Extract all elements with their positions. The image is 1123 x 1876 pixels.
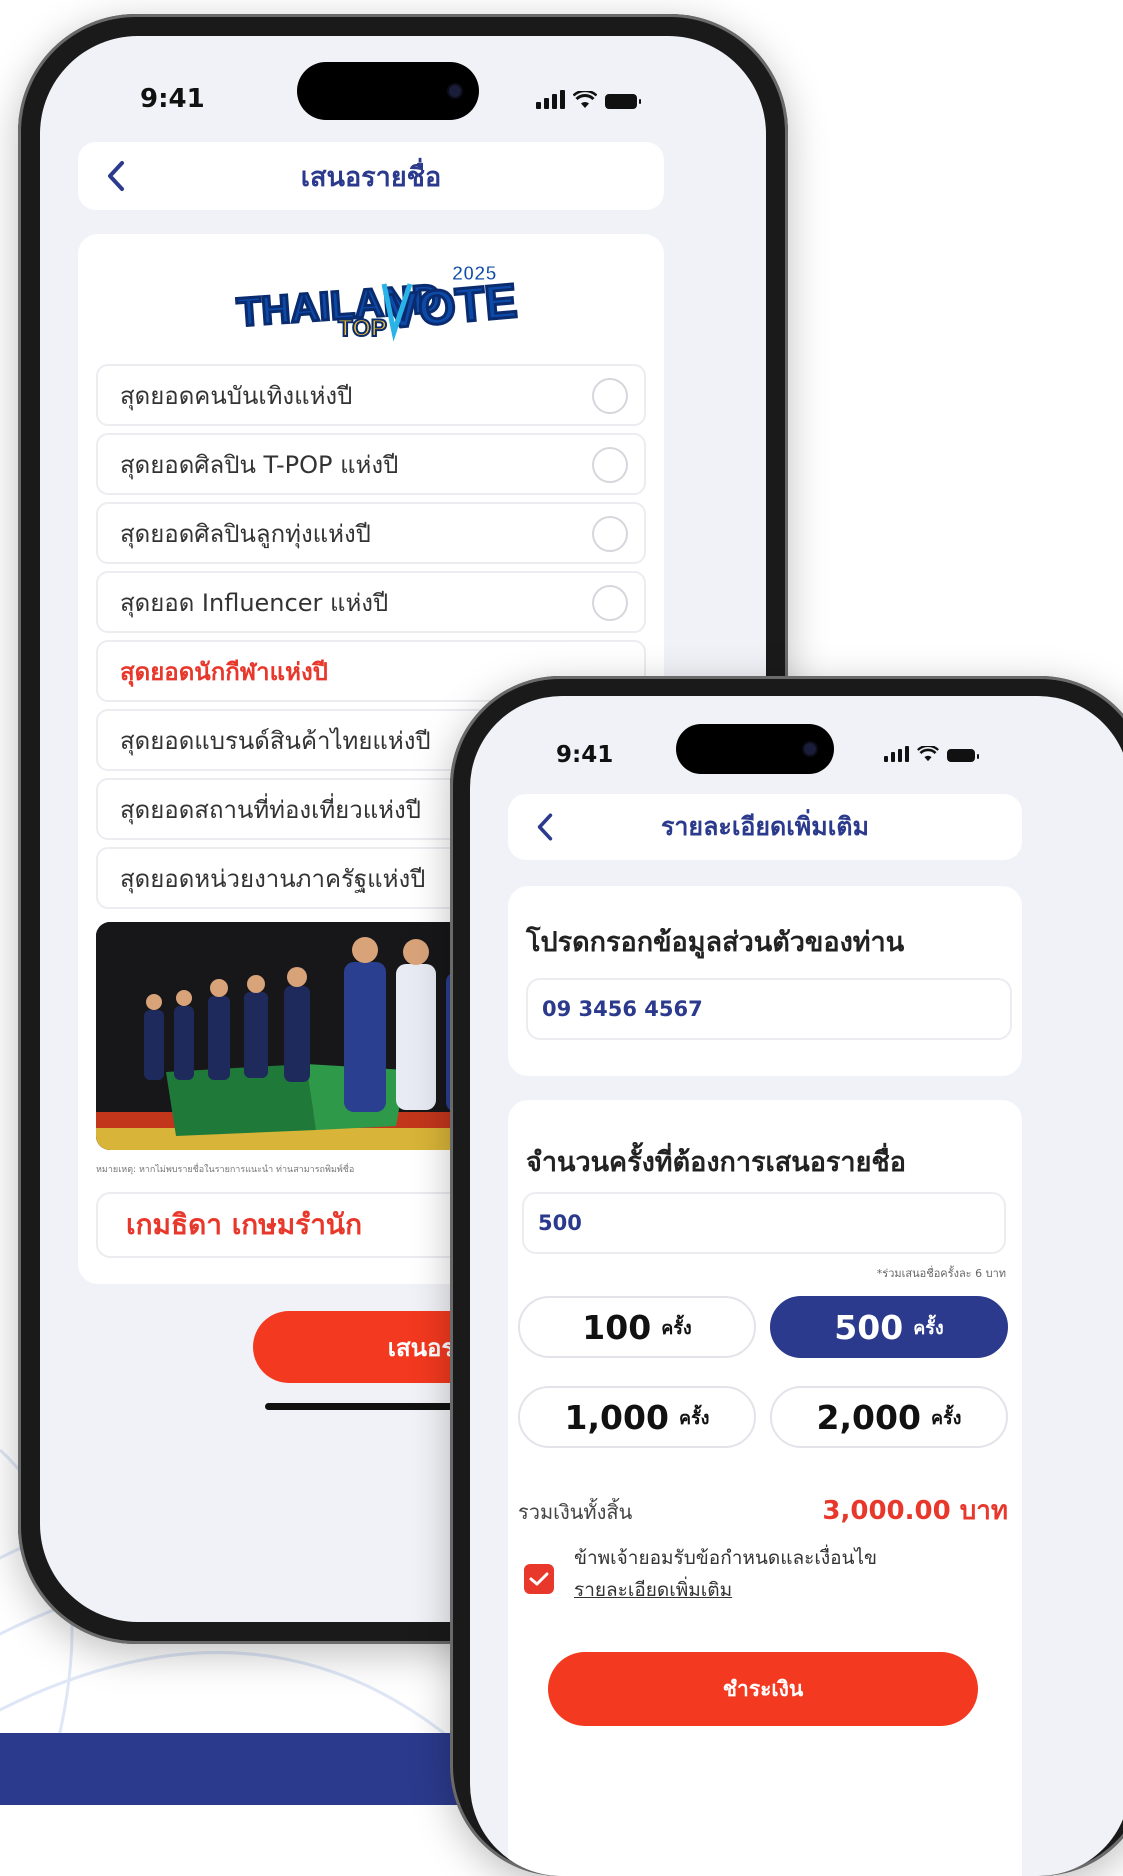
option-unit: ครั้ง xyxy=(661,1317,692,1339)
category-option[interactable]: สุดยอดศิลปิน T-POP แห่งปี xyxy=(96,433,646,495)
back-icon[interactable] xyxy=(536,812,554,842)
option-100-button[interactable]: 100 ครั้ง xyxy=(518,1296,756,1358)
dynamic-island xyxy=(676,724,834,774)
page-title: เสนอรายชื่อ xyxy=(300,161,442,193)
option-unit: ครั้ง xyxy=(930,1407,962,1429)
radio-icon[interactable] xyxy=(592,447,628,483)
logo-year: 2025 xyxy=(452,263,497,285)
option-value: 2,000 xyxy=(816,1397,921,1437)
terms-details-link[interactable]: รายละเอียดเพิ่มเติม xyxy=(574,1574,877,1606)
category-label: สุดยอดคนบันเทิงแห่งปี xyxy=(120,381,353,410)
radio-icon[interactable] xyxy=(592,585,628,621)
battery-icon xyxy=(605,94,641,109)
vote-count-field[interactable]: 500 xyxy=(522,1192,1006,1254)
terms-block: ข้าพเจ้ายอมรับข้อกำหนดและเงื่อนไข รายละเ… xyxy=(574,1542,877,1606)
option-value: 1,000 xyxy=(564,1397,669,1437)
header-bar: เสนอรายชื่อ xyxy=(78,142,664,210)
price-hint: *ร่วมเสนอชื่อครั้งละ 6 บาท xyxy=(876,1267,1006,1280)
status-icons xyxy=(536,90,641,109)
check-icon xyxy=(529,1572,549,1586)
option-2000-button[interactable]: 2,000 ครั้ง xyxy=(770,1386,1008,1448)
terms-checkbox[interactable] xyxy=(524,1564,554,1594)
option-1000-button[interactable]: 1,000 ครั้ง xyxy=(518,1386,756,1448)
personal-info-title: โปรดกรอกข้อมูลส่วนตัวของท่าน xyxy=(526,927,905,958)
personal-info-card: โปรดกรอกข้อมูลส่วนตัวของท่าน 09 3456 456… xyxy=(508,886,1022,1076)
total-label: รวมเงินทั้งสิ้น xyxy=(518,1500,633,1524)
pay-button[interactable]: ชำระเงิน xyxy=(548,1652,978,1726)
category-option[interactable]: สุดยอดคนบันเทิงแห่งปี xyxy=(96,364,646,426)
total-amount: 3,000.00 บาท xyxy=(822,1496,1008,1526)
category-label: สุดยอดศิลปิน T-POP แห่งปี xyxy=(120,450,399,479)
dynamic-island xyxy=(297,62,479,120)
battery-icon xyxy=(947,749,979,762)
category-option[interactable]: สุดยอดศิลปินลูกทุ่งแห่งปี xyxy=(96,502,646,564)
logo-word-top: TOP xyxy=(338,315,387,342)
camera-icon xyxy=(804,743,816,755)
back-icon[interactable] xyxy=(106,160,126,192)
status-time: 9:41 xyxy=(556,742,614,768)
category-label: สุดยอด Influencer แห่งปี xyxy=(120,588,389,617)
page-title: รายละเอียดเพิ่มเติม xyxy=(660,812,870,841)
vote-count-title: จำนวนครั้งที่ต้องการเสนอรายชื่อ xyxy=(526,1147,906,1178)
option-value: 500 xyxy=(834,1307,904,1347)
vote-count-card: จำนวนครั้งที่ต้องการเสนอรายชื่อ 500 *ร่ว… xyxy=(508,1100,1022,1876)
signal-icon xyxy=(536,90,565,109)
phone-right: 9:41 รายละเอียดเพิ่มเติม โปรดกรอกข้อมูลส… xyxy=(450,676,1123,1876)
radio-icon[interactable] xyxy=(592,516,628,552)
thailand-top-vote-logo: THAILAND TOP VOTE 2025 xyxy=(234,263,521,344)
status-icons xyxy=(884,746,979,762)
note-text: หมายเหตุ: หากไม่พบรายชื่อในรายการแนะนำ ท… xyxy=(96,1165,355,1175)
option-unit: ครั้ง xyxy=(913,1317,944,1339)
category-option[interactable]: สุดยอด Influencer แห่งปี xyxy=(96,571,646,633)
category-label: สุดยอดสถานที่ท่องเที่ยวแห่งปี xyxy=(120,795,421,824)
option-500-button[interactable]: 500 ครั้ง xyxy=(770,1296,1008,1358)
status-time: 9:41 xyxy=(140,84,205,114)
option-value: 100 xyxy=(582,1307,652,1347)
category-label: สุดยอดแบรนด์สินค้าไทยแห่งปี xyxy=(120,726,431,755)
radio-icon[interactable] xyxy=(592,378,628,414)
category-label: สุดยอดหน่วยงานภาครัฐแห่งปี xyxy=(120,864,426,893)
phone-right-screen: 9:41 รายละเอียดเพิ่มเติม โปรดกรอกข้อมูลส… xyxy=(470,696,1123,1876)
wifi-icon xyxy=(917,746,939,762)
category-label: สุดยอดศิลปินลูกทุ่งแห่งปี xyxy=(120,519,371,548)
wifi-icon xyxy=(573,91,597,108)
option-unit: ครั้ง xyxy=(678,1407,710,1429)
signal-icon xyxy=(884,746,909,762)
terms-text: ข้าพเจ้ายอมรับข้อกำหนดและเงื่อนไข xyxy=(574,1547,878,1569)
category-label: สุดยอดนักกีฬาแห่งปี xyxy=(120,657,328,686)
phone-number-field[interactable]: 09 3456 4567 xyxy=(526,978,1012,1040)
camera-icon xyxy=(449,85,461,97)
header-bar: รายละเอียดเพิ่มเติม xyxy=(508,794,1022,860)
